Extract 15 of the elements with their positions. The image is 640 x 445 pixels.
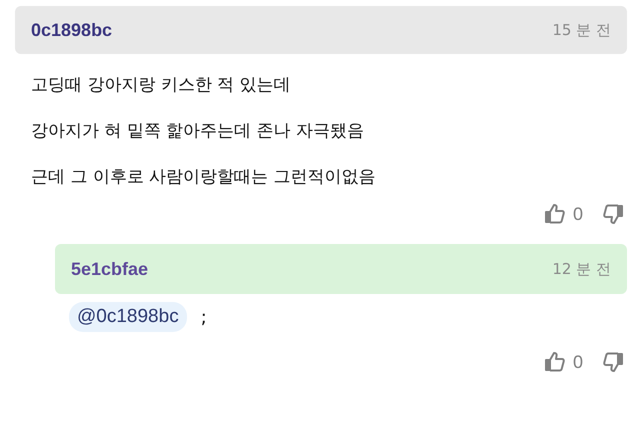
thumbs-up-icon[interactable] — [542, 350, 567, 374]
like-count: 0 — [572, 204, 583, 224]
thumbs-down-icon[interactable] — [601, 350, 625, 374]
like-count: 0 — [572, 352, 583, 372]
timestamp: 15 분 전 — [552, 20, 611, 40]
comment-text: 강아지가 혀 밑쪽 핥아주는데 존나 자극됐음 — [30, 120, 366, 143]
timestamp: 12 분 전 — [552, 260, 611, 278]
author-name[interactable]: 5e1cbfae — [71, 258, 148, 280]
thumbs-down-icon[interactable] — [601, 202, 625, 226]
author-name[interactable]: 0c1898bc — [31, 20, 112, 40]
comment-text: 고딩때 강아지랑 키스한 적 있는데 — [30, 74, 292, 97]
thumbs-up-icon[interactable] — [542, 202, 567, 226]
comment-text: ; — [200, 306, 207, 328]
mention-tag[interactable]: @0c1898bc — [69, 302, 187, 332]
comment-text: 근데 그 이후로 사람이랑할때는 그런적이없음 — [30, 166, 377, 189]
